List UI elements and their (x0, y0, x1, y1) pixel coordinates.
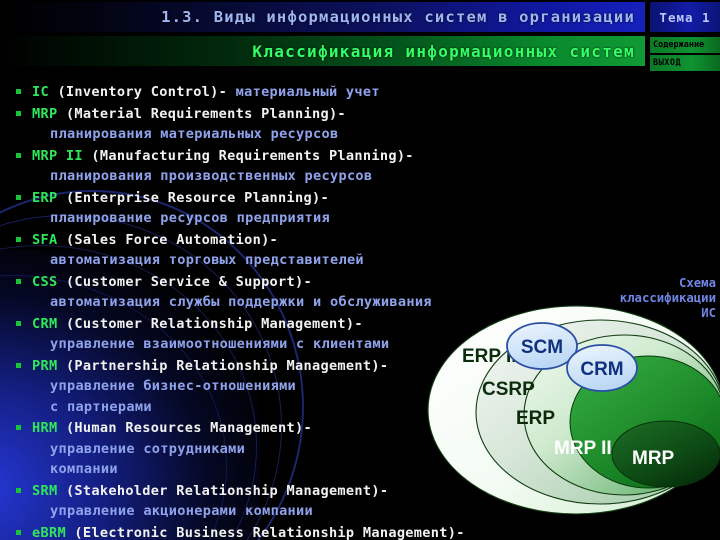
english-expansion: (Material Requirements Planning)- (65, 105, 346, 122)
russian-translation: управление бизнес-отношениями (50, 378, 297, 394)
english-expansion: (Enterprise Resource Planning)- (65, 189, 329, 206)
bullet-square-icon (16, 110, 21, 116)
bullet-square-icon (16, 529, 21, 535)
acronym-label: PRM (32, 357, 58, 374)
english-expansion: (Inventory Control)- (57, 84, 228, 100)
russian-translation: планирования материальных ресурсов (50, 126, 339, 142)
theme-button[interactable]: Тема 1 (650, 2, 720, 32)
bullet-square-icon (16, 152, 21, 158)
bullet-square-icon (16, 487, 21, 493)
page-subtitle: Классификация информационных систем (252, 41, 635, 61)
list-item-heading: MRP II (Manufacturing Requirements Plann… (32, 146, 592, 167)
list-item-heading: HRM (Human Resources Management)- (32, 418, 592, 439)
list-item: PRM (Partnership Relationship Management… (12, 356, 592, 418)
acronym-label: eBRM (32, 524, 66, 540)
diagram-label-mrp: MRP (632, 448, 675, 469)
russian-translation: компании (50, 461, 118, 477)
english-expansion: (Partnership Relationship Management)- (65, 357, 389, 374)
english-expansion: (Customer Service & Support)- (65, 273, 312, 290)
list-item-heading: IC (Inventory Control)- материальный уче… (32, 82, 592, 103)
english-expansion: (Electronic Business Relationship Manage… (74, 524, 465, 540)
system-types-list: IC (Inventory Control)- материальный уче… (12, 82, 592, 540)
list-item-heading: SRM (Stakeholder Relationship Management… (32, 481, 592, 502)
exit-button[interactable]: ВЫХОД (650, 54, 720, 71)
russian-translation: планирования производственных ресурсов (50, 168, 373, 184)
list-item: HRM (Human Resources Management)- управле… (12, 418, 592, 480)
list-item: CSS (Customer Service & Support)- автомат… (12, 272, 592, 313)
bullet-square-icon (16, 89, 21, 94)
acronym-label: CSS (32, 273, 58, 290)
russian-translation: управление акционерами компании (50, 503, 314, 519)
contents-button[interactable]: Содержание (650, 36, 720, 53)
acronym-label: ERP (32, 189, 58, 206)
russian-translation: автоматизация торговых представителей (50, 252, 364, 268)
list-item-heading: SFA (Sales Force Automation)- (32, 230, 592, 251)
diagram-caption: Схема классификации ИС (556, 276, 716, 321)
list-item-heading: ERP (Enterprise Resource Planning)- (32, 188, 592, 209)
list-item-heading: CSS (Customer Service & Support)- (32, 272, 592, 293)
list-item: IC (Inventory Control)- материальный уче… (12, 82, 592, 103)
acronym-label: HRM (32, 420, 58, 436)
russian-translation: с партнерами (50, 398, 152, 415)
acronym-label: IC (32, 84, 49, 100)
english-expansion: (Sales Force Automation)- (65, 231, 279, 248)
russian-translation: планирование ресурсов предприятия (50, 210, 330, 226)
list-item: SFA (Sales Force Automation)- автоматизац… (12, 230, 592, 271)
english-expansion: (Human Resources Management)- (65, 420, 312, 436)
bullet-square-icon (16, 278, 21, 284)
russian-translation: автоматизация службы поддержки и обслужи… (50, 294, 432, 310)
russian-translation: управление взаимоотношениями с клиентами (50, 336, 390, 352)
bullet-square-icon (16, 236, 21, 242)
list-item-heading: eBRM (Electronic Business Relationship M… (32, 523, 592, 540)
acronym-label: SRM (32, 482, 58, 499)
russian-translation: материальный учет (235, 84, 380, 100)
acronym-label: MRP II (32, 147, 83, 164)
list-item-heading: CRM (Customer Relationship Management)- (32, 314, 592, 335)
bullet-square-icon (16, 425, 21, 430)
acronym-label: CRM (32, 315, 58, 332)
list-item: MRP II (Manufacturing Requirements Plann… (12, 146, 592, 187)
diagram-caption-line: классификации (619, 291, 716, 305)
list-item: CRM (Customer Relationship Management)- у… (12, 314, 592, 355)
list-item: ERP (Enterprise Resource Planning)- плани… (12, 188, 592, 229)
list-item: MRP (Material Requirements Planning)- пла… (12, 104, 592, 145)
slide-canvas: 1.3. Виды информационных систем в органи… (0, 0, 720, 540)
acronym-label: SFA (32, 231, 58, 248)
list-item-heading: MRP (Material Requirements Planning)- (32, 104, 592, 125)
russian-translation: управление сотрудниками (50, 440, 246, 457)
list-item-heading: PRM (Partnership Relationship Management… (32, 356, 592, 377)
slide-header-sub: Классификация информационных систем (0, 36, 645, 66)
acronym-label: MRP (32, 105, 58, 122)
bullet-square-icon (16, 362, 21, 368)
list-item: SRM (Stakeholder Relationship Management… (12, 481, 592, 522)
diagram-caption-line: Схема (678, 276, 716, 290)
english-expansion: (Stakeholder Relationship Management)- (65, 482, 389, 499)
diagram-caption-line: ИС (701, 306, 716, 320)
bullet-square-icon (16, 194, 21, 200)
slide-header-top: 1.3. Виды информационных систем в органи… (0, 2, 645, 32)
page-title: 1.3. Виды информационных систем в органи… (161, 8, 635, 26)
list-item: eBRM (Electronic Business Relationship M… (12, 523, 592, 540)
english-expansion: (Manufacturing Requirements Planning)- (91, 147, 414, 164)
bullet-square-icon (16, 320, 21, 326)
english-expansion: (Customer Relationship Management)- (65, 315, 363, 332)
